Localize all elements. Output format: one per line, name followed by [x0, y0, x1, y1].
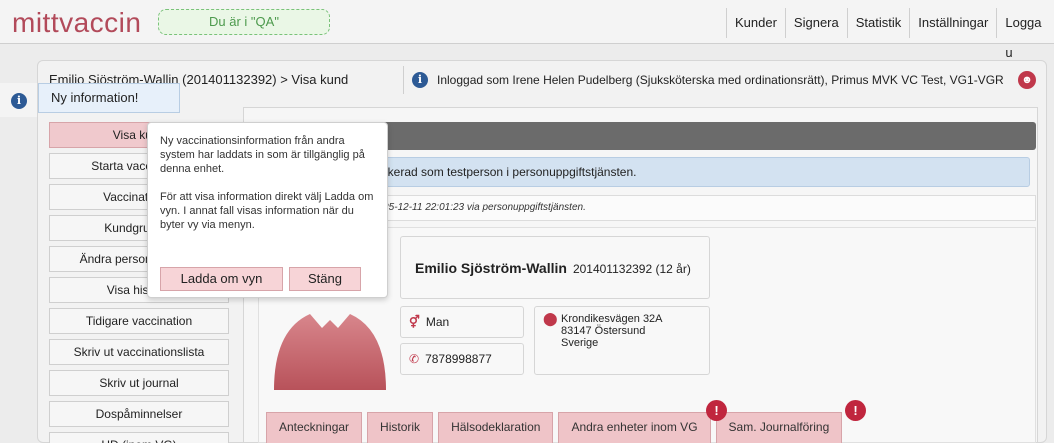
new-info-toggle[interactable]: i — [0, 83, 37, 117]
menu-skriv-ut-vaccinationslista[interactable]: Skriv ut vaccinationslista — [49, 339, 229, 365]
new-info-banner[interactable]: Ny information! — [38, 83, 180, 113]
user-avatar-icon[interactable]: ☻ — [1018, 71, 1036, 89]
nav-installningar[interactable]: Inställningar — [909, 8, 997, 38]
tab-halsodeklaration[interactable]: Hälsodeklaration — [438, 412, 554, 443]
tab-anteckningar[interactable]: Anteckningar — [266, 412, 363, 443]
popover-text: Ny vaccinationsinformation från andra sy… — [160, 135, 365, 175]
top-nav: Kunder Signera Statistik Inställningar L… — [726, 8, 1054, 60]
location-pin-icon: ⬤ — [543, 311, 558, 326]
patient-address-box: ⬤ Krondikesvägen 32A 83147 Östersund Sve… — [534, 306, 710, 375]
new-info-popover: Ny vaccinationsinformation från andra sy… — [147, 122, 388, 298]
tab-historik[interactable]: Historik — [367, 412, 434, 443]
nav-signera[interactable]: Signera — [784, 8, 847, 38]
menu-skriv-ut-journal[interactable]: Skriv ut journal — [49, 370, 229, 396]
gender-icon: ⚥ — [409, 315, 420, 329]
alert-badge-sam-journalforing: ! — [845, 400, 866, 421]
info-icon: i — [11, 93, 27, 109]
reload-view-button[interactable]: Ladda om vyn — [160, 267, 283, 291]
phone-icon: ✆ — [409, 352, 420, 366]
patient-name: Emilio Sjöström-Wallin — [415, 260, 567, 276]
menu-hd-inom-vg[interactable]: HD (inom VG) — [49, 432, 229, 443]
nav-statistik[interactable]: Statistik — [846, 8, 910, 38]
patient-sex: Man — [425, 315, 450, 329]
info-icon: i — [412, 72, 428, 88]
patient-name-box: Emilio Sjöström-Wallin 201401132392 (12 å… — [400, 236, 710, 299]
tab-andra-enheter[interactable]: Andra enheter inom VG — [558, 412, 711, 443]
address-line: Sverige — [561, 337, 599, 349]
environment-badge: Du är i "QA" — [158, 9, 330, 35]
alert-badge-andra-enheter: ! — [706, 400, 727, 421]
patient-phone-box: ✆ 7878998877 — [400, 343, 524, 375]
patient-sex-box: ⚥ Man — [400, 306, 524, 338]
menu-dospaminnelser[interactable]: Dospåminnelser — [49, 401, 229, 427]
nav-logga-ut[interactable]: Logga u — [996, 8, 1054, 60]
login-info-text: Inloggad som Irene Helen Pudelberg (Sjuk… — [437, 73, 1004, 87]
address-line: 83147 Östersund — [561, 325, 646, 337]
popover-text: För att visa information direkt välj Lad… — [160, 191, 374, 231]
app-logo[interactable]: mittvaccin — [12, 7, 141, 39]
avatar — [274, 314, 386, 390]
menu-tidigare-vaccination[interactable]: Tidigare vaccination — [49, 308, 229, 334]
close-button[interactable]: Stäng — [289, 267, 361, 291]
patient-personnummer: 201401132392 (12 år) — [572, 262, 691, 276]
top-header: mittvaccin Du är i "QA" Kunder Signera S… — [0, 0, 1054, 60]
tab-sam-journalforing[interactable]: Sam. Journalföring — [715, 412, 843, 443]
address-line: Krondikesvägen 32A — [561, 313, 663, 325]
nav-kunder[interactable]: Kunder — [726, 8, 785, 38]
patient-tabs: Anteckningar Historik Hälsodeklaration A… — [266, 412, 847, 443]
login-info-bar: i Inloggad som Irene Helen Pudelberg (Sj… — [403, 66, 1044, 94]
patient-phone: 7878998877 — [425, 352, 492, 366]
